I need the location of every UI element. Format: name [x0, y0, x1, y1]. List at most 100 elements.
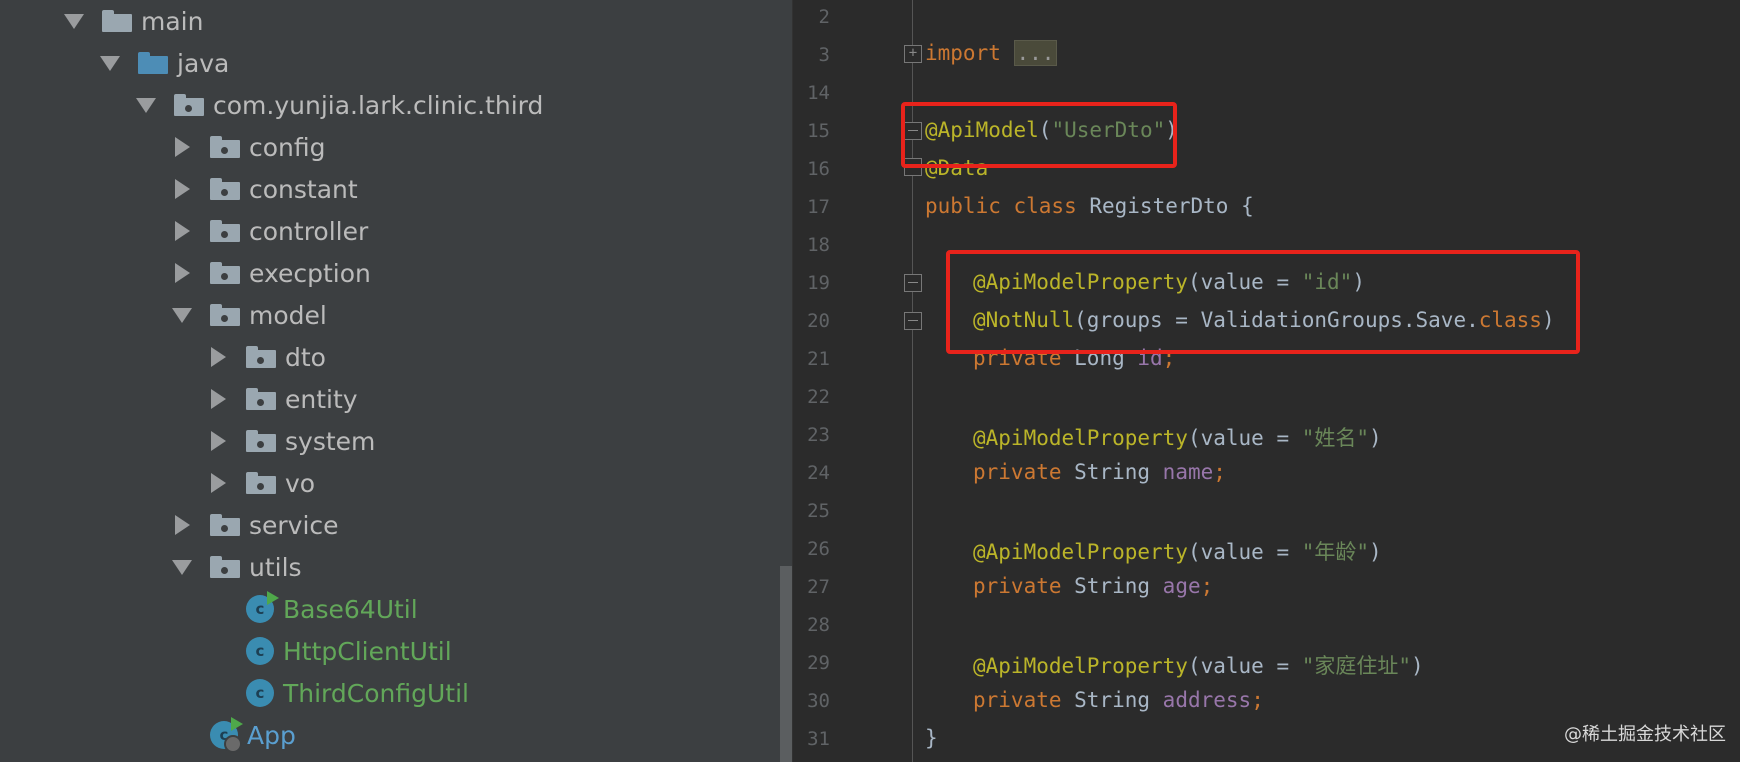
expand-arrow-icon[interactable] [132, 91, 160, 119]
java-class-icon: c [210, 717, 243, 753]
tree-item-label: system [285, 426, 376, 456]
line-number: 15 [807, 120, 830, 142]
expand-arrow-icon[interactable] [168, 301, 196, 329]
line-number: 20 [807, 310, 830, 332]
code-annotation: @ApiModelProperty [973, 540, 1188, 564]
tree-item[interactable]: model [168, 295, 327, 335]
package-folder-icon [210, 304, 240, 326]
package-dot [257, 399, 264, 406]
collapse-arrow-icon[interactable] [204, 427, 232, 455]
package-dot [257, 483, 264, 490]
line-number: 16 [807, 158, 830, 180]
package-folder-icon [246, 472, 276, 494]
tree-item[interactable]: c Base64Util [204, 589, 418, 629]
code-line-24[interactable]: private String name; [973, 460, 1226, 484]
tree-item[interactable]: system [204, 421, 375, 461]
project-tree: main java com.yunjia.lark.clinic.third conf… [0, 0, 780, 762]
collapse-arrow-icon[interactable] [168, 175, 196, 203]
package-folder-icon [210, 514, 240, 536]
highlight-box [946, 250, 1580, 354]
code-keyword: private [973, 688, 1062, 712]
code-keyword: public class [925, 194, 1077, 218]
code-line-31[interactable]: } [925, 726, 938, 750]
collapse-arrow-icon[interactable] [204, 385, 232, 413]
package-folder-icon [246, 388, 276, 410]
folded-imports[interactable]: ... [1013, 40, 1058, 66]
tree-item[interactable]: service [168, 505, 339, 545]
code-line-23[interactable]: @ApiModelProperty(value = "姓名") [973, 422, 1382, 452]
tree-item[interactable]: utils [168, 547, 302, 587]
expand-fold-icon[interactable]: + [904, 45, 922, 63]
collapse-arrow-icon[interactable] [204, 343, 232, 371]
collapse-arrow-icon[interactable] [168, 217, 196, 245]
code-line-27[interactable]: private String age; [973, 574, 1213, 598]
tree-item[interactable]: controller [168, 211, 368, 251]
tree-item[interactable]: com.yunjia.lark.clinic.third [132, 85, 543, 125]
line-number: 27 [807, 576, 830, 598]
expand-arrow-icon[interactable] [168, 553, 196, 581]
code-field: name [1162, 460, 1214, 484]
tree-item-label: service [249, 510, 339, 540]
line-number: 21 [807, 348, 830, 370]
tree-item-label: dto [285, 342, 326, 372]
tree-item[interactable]: c ThirdConfigUtil [204, 673, 469, 713]
tree-item[interactable]: vo [204, 463, 315, 503]
tree-item[interactable]: constant [168, 169, 358, 209]
collapse-arrow-icon[interactable] [168, 133, 196, 161]
tree-item[interactable]: dto [204, 337, 326, 377]
code-annotation: @ApiModelProperty [973, 654, 1188, 678]
code-line-29[interactable]: @ApiModelProperty(value = "家庭住址") [973, 650, 1424, 680]
tree-item[interactable]: c HttpClientUtil [204, 631, 452, 671]
code-text: ) [1369, 426, 1382, 450]
package-dot [221, 525, 228, 532]
tree-item-label: vo [285, 468, 316, 498]
collapse-arrow-icon[interactable] [168, 511, 196, 539]
line-number: 2 [818, 6, 830, 28]
line-number: 24 [807, 462, 830, 484]
package-dot [221, 231, 228, 238]
code-text: (value = [1187, 654, 1302, 678]
code-line-3[interactable]: import ... [925, 40, 1058, 66]
tree-item-label: HttpClientUtil [283, 636, 452, 666]
line-number: 30 [807, 690, 830, 712]
code-line-30[interactable]: private String address; [973, 688, 1264, 712]
tree-item-label: java [177, 48, 230, 78]
spring-boot-icon [224, 735, 242, 753]
tree-item[interactable]: c App [168, 715, 296, 755]
line-number: 31 [807, 728, 830, 750]
code-line-26[interactable]: @ApiModelProperty(value = "年龄") [973, 536, 1382, 566]
code-editor[interactable]: 2 3 14 15 16 17 18 19 20 21 22 23 24 25 26 27 28 29 30 31 +… [798, 0, 1740, 762]
package-dot [221, 189, 228, 196]
tree-item-label: config [249, 132, 326, 162]
highlight-box [901, 102, 1177, 168]
collapse-arrow-icon[interactable] [204, 469, 232, 497]
collapse-arrow-icon[interactable] [168, 259, 196, 287]
expand-arrow-icon[interactable] [60, 7, 88, 35]
code-line-17[interactable]: public class RegisterDto { [925, 194, 1254, 218]
line-number: 3 [818, 44, 830, 66]
watermark: @稀土掘金技术社区 [1564, 724, 1726, 745]
package-folder-icon [210, 220, 240, 242]
tree-item[interactable]: entity [204, 379, 358, 419]
line-number: 18 [807, 234, 830, 256]
code-field: address [1162, 688, 1252, 712]
tree-item[interactable]: execption [168, 253, 371, 293]
line-number: 26 [807, 538, 830, 560]
line-number: 19 [807, 272, 830, 294]
code-keyword: private [973, 460, 1062, 484]
collapse-fold-icon[interactable] [904, 312, 922, 330]
code-keyword: import [925, 41, 1001, 65]
run-marker-icon [267, 591, 279, 605]
java-class-icon: c [246, 591, 279, 623]
code-field: age [1162, 574, 1201, 598]
project-tree-scroll-thumb[interactable] [780, 566, 792, 762]
collapse-fold-icon[interactable] [904, 274, 922, 292]
expand-arrow-icon[interactable] [96, 49, 124, 77]
line-number: 14 [807, 82, 830, 104]
tree-item[interactable]: main [60, 1, 203, 41]
package-dot [257, 357, 264, 364]
tree-item-label: com.yunjia.lark.clinic.third [213, 90, 544, 120]
run-marker-icon [231, 717, 243, 731]
tree-item[interactable]: java [96, 43, 229, 83]
tree-item[interactable]: config [168, 127, 326, 167]
